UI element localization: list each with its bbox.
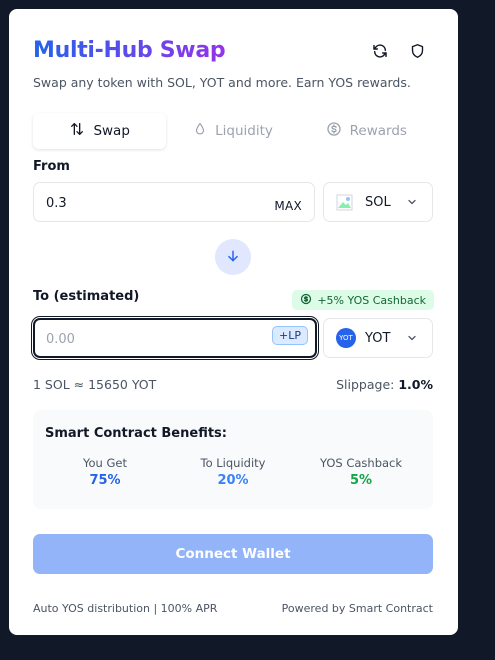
page-subtitle: Swap any token with SOL, YOT and more. E… bbox=[33, 75, 411, 90]
to-token-label: YOT bbox=[365, 330, 391, 346]
connect-wallet-button[interactable]: Connect Wallet bbox=[33, 534, 433, 574]
tab-bar: Swap Liquidity Rewards bbox=[33, 113, 433, 149]
from-amount-input[interactable]: 0.3 MAX bbox=[33, 182, 315, 222]
yot-token-icon: YOT bbox=[336, 328, 356, 348]
benefit-value: 20% bbox=[217, 473, 249, 488]
max-button[interactable]: MAX bbox=[274, 199, 302, 213]
slippage-info: Slippage: 1.0% bbox=[336, 377, 433, 392]
from-label: From bbox=[33, 159, 70, 174]
tab-liquidity-label: Liquidity bbox=[215, 123, 273, 139]
page-title: Multi-Hub Swap bbox=[33, 38, 226, 63]
tab-swap[interactable]: Swap bbox=[33, 113, 167, 149]
benefit-you-get: You Get 75% bbox=[45, 456, 165, 488]
cashback-badge: +5% YOS Cashback bbox=[292, 290, 434, 310]
benefits-panel: Smart Contract Benefits: You Get 75% To … bbox=[33, 410, 433, 509]
coin-icon bbox=[300, 293, 312, 308]
benefit-label: YOS Cashback bbox=[319, 456, 403, 470]
footer-left-text: Auto YOS distribution | 100% APR bbox=[33, 602, 218, 615]
benefits-title: Smart Contract Benefits: bbox=[45, 426, 227, 441]
benefit-value: 5% bbox=[349, 473, 373, 488]
chevron-down-icon bbox=[406, 332, 418, 348]
from-token-select[interactable]: SOL bbox=[323, 182, 433, 222]
swap-arrows-icon bbox=[69, 121, 85, 141]
cashback-badge-label: +5% YOS Cashback bbox=[317, 293, 426, 307]
slippage-value: 1.0% bbox=[398, 377, 433, 392]
tab-rewards-label: Rewards bbox=[349, 123, 407, 139]
to-amount-placeholder: 0.00 bbox=[46, 332, 75, 347]
swap-card: Multi-Hub Swap Swap any token with SOL, … bbox=[9, 9, 458, 635]
benefit-label: You Get bbox=[83, 456, 127, 470]
tab-rewards[interactable]: Rewards bbox=[300, 113, 433, 149]
shield-icon[interactable] bbox=[406, 40, 428, 62]
tab-liquidity[interactable]: Liquidity bbox=[166, 113, 299, 149]
dollar-circle-icon bbox=[326, 121, 342, 141]
slippage-label: Slippage: bbox=[336, 377, 395, 392]
benefit-value: 75% bbox=[89, 473, 121, 488]
from-amount-value: 0.3 bbox=[46, 196, 67, 211]
tab-swap-label: Swap bbox=[93, 123, 130, 139]
from-token-label: SOL bbox=[365, 194, 391, 210]
to-label: To (estimated) bbox=[33, 289, 140, 304]
chevron-down-icon bbox=[406, 196, 418, 212]
exchange-rate: 1 SOL ≈ 15650 YOT bbox=[33, 377, 157, 392]
swap-direction-button[interactable] bbox=[215, 239, 251, 275]
benefit-label: To Liquidity bbox=[200, 456, 266, 470]
droplet-icon bbox=[193, 121, 207, 141]
sol-token-icon bbox=[336, 194, 353, 211]
to-amount-input[interactable]: 0.00 +LP bbox=[33, 318, 317, 358]
footer-right-text: Powered by Smart Contract bbox=[281, 602, 433, 615]
refresh-icon[interactable] bbox=[369, 40, 391, 62]
lp-badge: +LP bbox=[272, 326, 308, 345]
to-token-select[interactable]: YOT YOT bbox=[323, 318, 433, 358]
benefit-to-liquidity: To Liquidity 20% bbox=[173, 456, 293, 488]
arrow-down-icon bbox=[226, 248, 240, 267]
benefit-yos-cashback: YOS Cashback 5% bbox=[301, 456, 421, 488]
